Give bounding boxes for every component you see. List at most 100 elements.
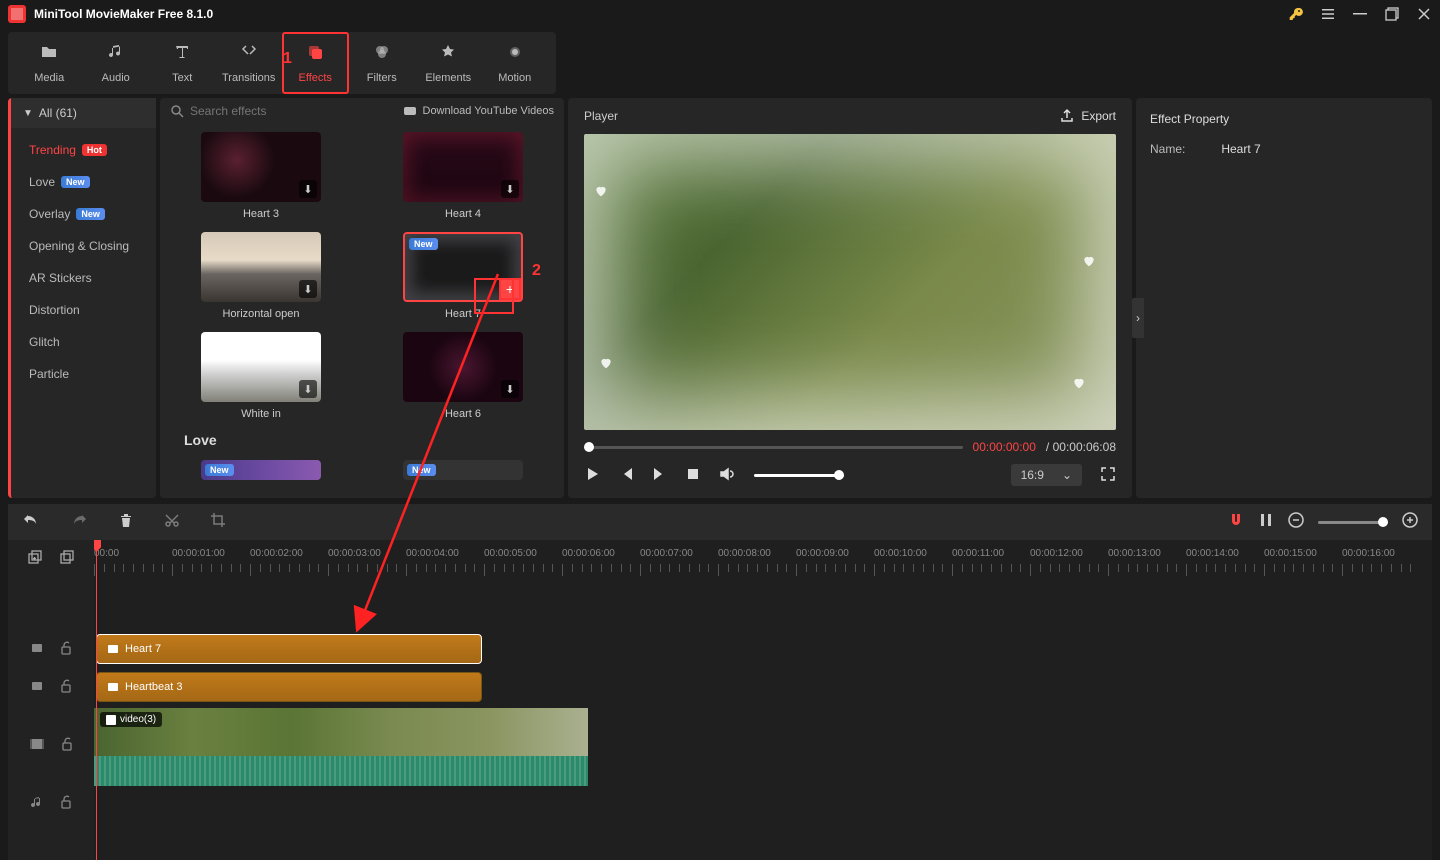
effect-heart4[interactable]: ⬇ Heart 4	[382, 132, 544, 220]
volume-icon[interactable]	[718, 465, 736, 486]
effect-white-in[interactable]: ⬇ White in	[180, 332, 342, 420]
undo-button[interactable]	[22, 511, 40, 534]
download-icon[interactable]: ⬇	[299, 280, 317, 298]
annotation-number-1: 1	[283, 50, 292, 68]
cut-button[interactable]	[164, 512, 180, 533]
track-head-video	[8, 706, 94, 784]
effect-heart3[interactable]: ⬇ Heart 3	[180, 132, 342, 220]
timeline-body[interactable]: 00:0000:00:01:0000:00:02:0000:00:03:0000…	[94, 540, 1432, 860]
badge-new: New	[61, 176, 90, 188]
sidebar-item-trending[interactable]: Trending Hot	[11, 134, 156, 166]
video-preview[interactable]	[584, 134, 1116, 430]
search-icon	[170, 104, 184, 118]
sidebar-item-overlay[interactable]: Overlay New	[11, 198, 156, 230]
fullscreen-button[interactable]	[1100, 466, 1116, 485]
ruler-tick: 00:00:07:00	[640, 548, 693, 559]
zoom-slider[interactable]	[1318, 521, 1388, 524]
ruler-tick: 00:00:11:00	[952, 548, 1004, 559]
magnet-icon[interactable]	[1228, 512, 1244, 533]
sidebar-item-glitch[interactable]: Glitch	[11, 326, 156, 358]
stop-button[interactable]	[686, 467, 700, 484]
download-youtube-link[interactable]: Download YouTube Videos	[403, 104, 555, 118]
download-icon[interactable]: ⬇	[299, 380, 317, 398]
menu-icon[interactable]	[1320, 6, 1336, 22]
badge-new: New	[76, 208, 105, 220]
delete-button[interactable]	[118, 512, 134, 533]
ruler-tick: 00:00:09:00	[796, 548, 849, 559]
sidebar-item-opening-closing[interactable]: Opening & Closing	[11, 230, 156, 262]
progress-bar[interactable]	[584, 446, 963, 449]
effect-card[interactable]: New	[180, 460, 342, 480]
tab-media[interactable]: Media	[16, 32, 82, 94]
volume-slider[interactable]	[754, 474, 844, 477]
align-icon[interactable]	[1258, 512, 1274, 533]
sidebar: ▼ All (61) Trending Hot Love New Overlay…	[8, 98, 156, 498]
effect-thumbnail: New	[403, 460, 523, 480]
effect-horizontal-open[interactable]: ⬇ Horizontal open	[180, 232, 342, 320]
collapse-panel-button[interactable]: ›	[1132, 298, 1144, 338]
timeline-toolbar	[8, 504, 1432, 540]
sidebar-item-distortion[interactable]: Distortion	[11, 294, 156, 326]
effect-heart7[interactable]: New + Heart 7	[382, 232, 544, 320]
tab-audio[interactable]: Audio	[82, 32, 148, 94]
key-icon[interactable]	[1288, 6, 1304, 22]
download-icon[interactable]: ⬇	[501, 380, 519, 398]
lock-icon[interactable]	[61, 737, 73, 754]
clip-video[interactable]: video(3)	[94, 708, 588, 786]
download-icon[interactable]: ⬇	[501, 180, 519, 198]
clip-heart7[interactable]: Heart 7	[96, 634, 482, 664]
prev-frame-button[interactable]	[618, 466, 634, 485]
ruler-tick: 00:00:14:00	[1186, 548, 1239, 559]
download-icon[interactable]: ⬇	[299, 180, 317, 198]
sidebar-all-button[interactable]: ▼ All (61)	[11, 98, 156, 128]
sidebar-item-label: Opening & Closing	[29, 239, 129, 253]
crop-button[interactable]	[210, 512, 226, 533]
folder-icon	[40, 43, 58, 66]
playhead[interactable]	[96, 540, 97, 860]
effects-browser: Download YouTube Videos ⬇ Heart 3 ⬇ Hear…	[160, 98, 564, 498]
search-input[interactable]	[190, 104, 395, 118]
tab-transitions[interactable]: Transitions	[215, 32, 281, 94]
sidebar-item-ar-stickers[interactable]: AR Stickers	[11, 262, 156, 294]
filters-icon	[373, 43, 391, 66]
progress-handle[interactable]	[584, 442, 594, 452]
lock-icon[interactable]	[60, 679, 72, 696]
close-icon[interactable]	[1416, 6, 1432, 22]
effect-label: Horizontal open	[222, 308, 299, 320]
lock-icon[interactable]	[60, 641, 72, 658]
clip-heartbeat3[interactable]: Heartbeat 3	[96, 672, 482, 702]
zoom-in-button[interactable]	[1402, 512, 1418, 533]
timeline-ruler[interactable]: 00:0000:00:01:0000:00:02:0000:00:03:0000…	[94, 540, 1432, 578]
effect-heart6[interactable]: ⬇ Heart 6	[382, 332, 544, 420]
minimize-icon[interactable]	[1352, 6, 1368, 22]
video-clip-label: video(3)	[100, 712, 162, 727]
effect-card[interactable]: New	[382, 460, 544, 480]
add-track-icon[interactable]	[27, 550, 43, 569]
effects-icon	[306, 43, 324, 66]
export-button[interactable]: Export	[1059, 108, 1116, 124]
sidebar-item-love[interactable]: Love New	[11, 166, 156, 198]
tab-filters[interactable]: Filters	[349, 32, 415, 94]
volume-handle[interactable]	[834, 470, 844, 480]
play-button[interactable]	[584, 466, 600, 485]
add-effect-button[interactable]: +	[499, 278, 521, 300]
maximize-icon[interactable]	[1384, 6, 1400, 22]
tab-elements[interactable]: Elements	[415, 32, 481, 94]
aspect-ratio-select[interactable]: 16:9 ⌄	[1011, 464, 1082, 486]
track-head-audio	[8, 784, 94, 822]
zoom-out-button[interactable]	[1288, 512, 1304, 533]
sidebar-item-label: Distortion	[29, 303, 80, 317]
effect-label: Heart 4	[445, 208, 481, 220]
ruler-tick: 00:00:10:00	[874, 548, 927, 559]
transitions-icon	[240, 43, 258, 66]
player-panel: Player Export 00:00:00:00 / 00:00:06:08	[568, 98, 1132, 498]
tab-motion[interactable]: Motion	[481, 32, 547, 94]
redo-button[interactable]	[70, 511, 88, 534]
zoom-handle[interactable]	[1378, 517, 1388, 527]
search-input-wrapper[interactable]	[170, 104, 395, 118]
sidebar-item-particle[interactable]: Particle	[11, 358, 156, 390]
next-frame-button[interactable]	[652, 466, 668, 485]
tab-text[interactable]: Text	[149, 32, 215, 94]
track-stack-icon[interactable]	[59, 550, 75, 569]
lock-icon[interactable]	[60, 795, 72, 812]
